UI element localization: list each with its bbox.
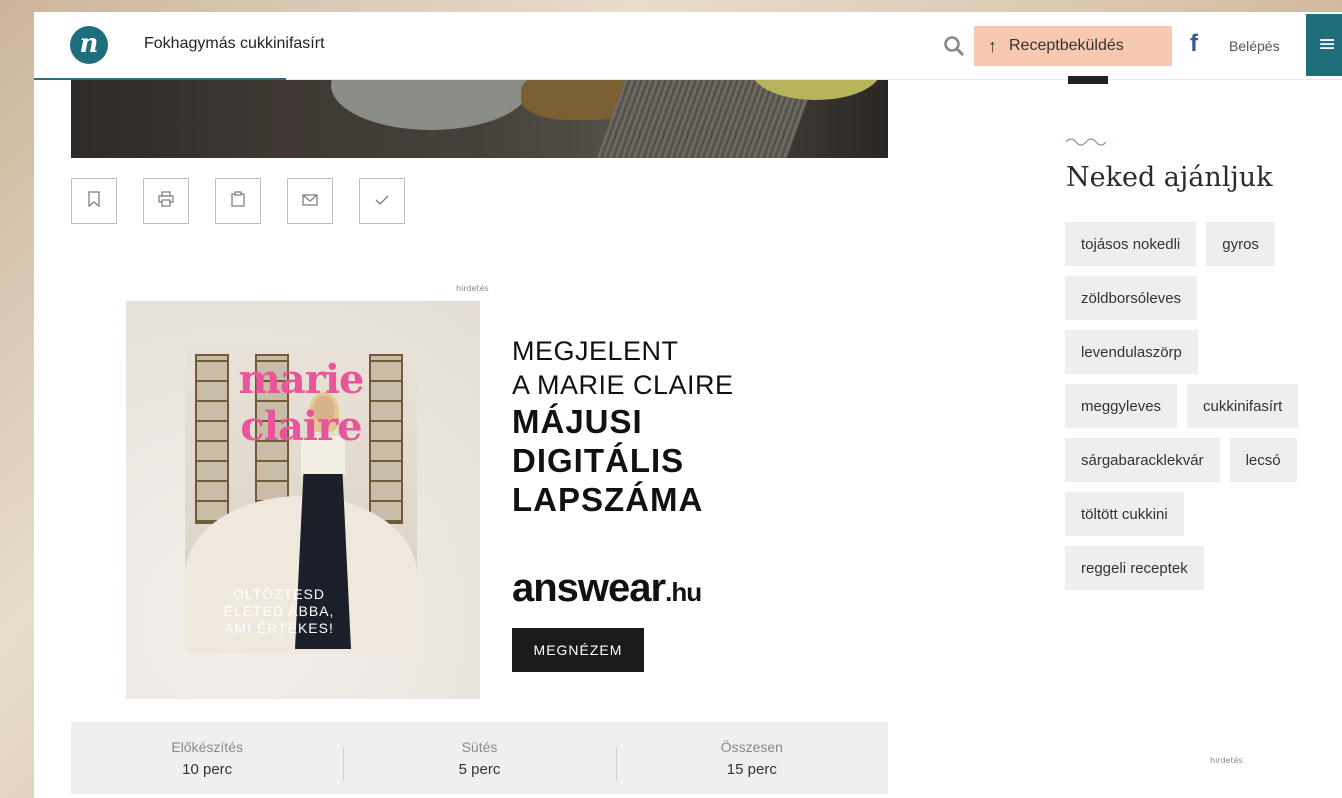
print-button[interactable] xyxy=(143,178,189,224)
time-prep: Előkészítés 10 perc xyxy=(71,739,343,778)
tag-link[interactable]: cukkinifasírt xyxy=(1187,384,1299,428)
tag-link[interactable]: meggyleves xyxy=(1065,384,1178,428)
time-cook: Sütés 5 perc xyxy=(343,738,615,781)
clipboard-icon xyxy=(231,191,245,211)
ad-magazine-image[interactable]: marie claire ÖLTÖZTESD ÉLETED ABBA, AMI … xyxy=(126,301,480,699)
tag-link[interactable]: tojásos nokedli xyxy=(1065,222,1197,266)
bookmark-button[interactable] xyxy=(71,178,117,224)
tag-link[interactable]: gyros xyxy=(1206,222,1275,266)
email-button[interactable] xyxy=(287,178,333,224)
menu-button[interactable]: ≡ xyxy=(1306,14,1342,76)
print-icon xyxy=(158,191,174,211)
page-title: Fokhagymás cukkinifasírt xyxy=(144,35,325,52)
magazine-brand: marie claire xyxy=(238,356,365,450)
recipe-action-bar xyxy=(71,178,405,224)
recipe-hero-image xyxy=(71,80,888,158)
bookmark-icon xyxy=(87,191,101,211)
site-header: n Fokhagymás cukkinifasírt ↑ Receptbekül… xyxy=(34,12,1342,80)
tag-row: levendulaszörp xyxy=(1065,330,1342,374)
time-value: 5 perc xyxy=(458,760,501,778)
wave-divider-icon xyxy=(1066,138,1106,146)
arrow-up-icon: ↑ xyxy=(988,35,997,56)
sidebar-ad-label: hirdetés xyxy=(1210,756,1243,765)
ad-headline: MEGJELENT A MARIE CLAIRE MÁJUSI DIGITÁLI… xyxy=(512,334,734,519)
site-logo[interactable]: n xyxy=(70,26,108,64)
time-total: Összesen 15 perc xyxy=(615,738,888,781)
tag-link[interactable]: sárgabaracklekvár xyxy=(1065,438,1220,482)
submit-recipe-label: Receptbeküldés xyxy=(1009,37,1124,54)
recommendations-title: Neked ajánljuk xyxy=(1066,162,1273,193)
tag-link[interactable]: töltött cukkini xyxy=(1065,492,1184,536)
submit-recipe-button[interactable]: ↑ Receptbeküldés xyxy=(974,26,1172,66)
facebook-icon[interactable]: f xyxy=(1190,30,1198,58)
magazine-cover: marie claire ÖLTÖZTESD ÉLETED ABBA, AMI … xyxy=(185,346,417,654)
tag-row: meggyleves cukkinifasírt xyxy=(1065,384,1342,428)
login-link[interactable]: Belépés xyxy=(1229,38,1280,54)
time-label: Sütés xyxy=(461,738,498,755)
ad-line: A MARIE CLAIRE xyxy=(512,370,734,400)
shopping-list-button[interactable] xyxy=(215,178,261,224)
time-label: Összesen xyxy=(720,738,783,755)
sidebar-divider xyxy=(1068,76,1108,84)
tag-row: reggeli receptek xyxy=(1065,546,1342,590)
advertiser-logo[interactable]: answear.hu xyxy=(512,566,702,611)
magazine-cover-text: ÖLTÖZTESD ÉLETED ABBA, AMI ÉRTÉKES! xyxy=(223,586,335,636)
tag-row: sárgabaracklekvár lecsó xyxy=(1065,438,1342,482)
recommendation-tags: tojásos nokedli gyros zöldborsóleves lev… xyxy=(1065,222,1342,600)
ad-line: DIGITÁLIS xyxy=(512,442,685,479)
time-label: Előkészítés xyxy=(171,738,243,755)
time-value: 10 perc xyxy=(182,760,233,778)
ad-label: hirdetés xyxy=(456,284,489,293)
advertiser-name: answear xyxy=(512,566,666,610)
ad-line: LAPSZÁMA xyxy=(512,481,704,518)
advertiser-domain: .hu xyxy=(665,577,702,607)
ad-line: MEGJELENT xyxy=(512,336,679,366)
check-icon xyxy=(375,192,389,210)
tag-row: zöldborsóleves xyxy=(1065,276,1342,320)
tag-row: tojásos nokedli gyros xyxy=(1065,222,1342,266)
ad-cta-button[interactable]: MEGNÉZEM xyxy=(512,628,644,672)
tag-row: töltött cukkini xyxy=(1065,492,1342,536)
tag-link[interactable]: reggeli receptek xyxy=(1065,546,1204,590)
mark-cooked-button[interactable] xyxy=(359,178,405,224)
ad-line: MÁJUSI xyxy=(512,403,643,440)
tag-link[interactable]: levendulaszörp xyxy=(1065,330,1198,374)
search-icon[interactable] xyxy=(942,34,966,58)
hamburger-icon: ≡ xyxy=(1318,32,1337,57)
tag-link[interactable]: zöldborsóleves xyxy=(1065,276,1198,320)
browser-viewport: n Fokhagymás cukkinifasírt ↑ Receptbekül… xyxy=(34,12,1342,798)
tag-link[interactable]: lecsó xyxy=(1229,438,1297,482)
time-value: 15 perc xyxy=(726,760,777,778)
mail-icon xyxy=(302,192,318,210)
recipe-times: Előkészítés 10 perc Sütés 5 perc Összese… xyxy=(71,722,888,794)
